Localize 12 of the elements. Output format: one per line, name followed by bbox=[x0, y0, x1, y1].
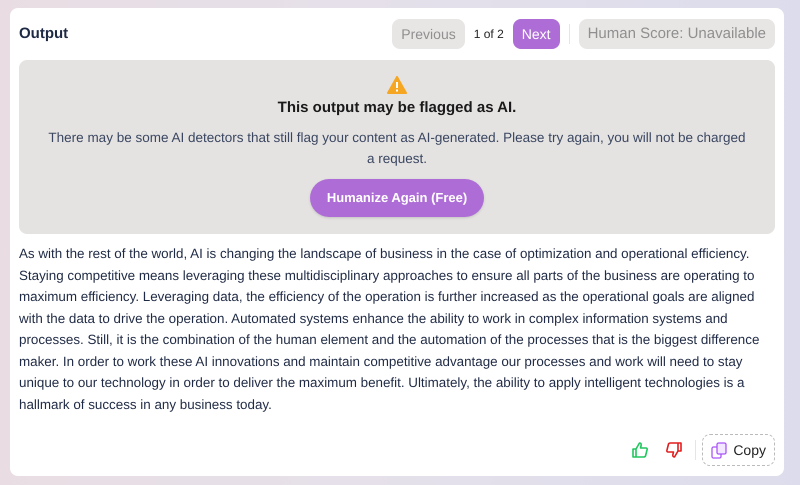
next-button[interactable]: Next bbox=[512, 19, 560, 49]
warning-message: There may be some AI detectors that still flag your content as AI-generated. Please try again, you will not be charged a request. bbox=[47, 128, 747, 168]
thumbs-up-icon[interactable] bbox=[631, 441, 650, 459]
warning-icon bbox=[387, 76, 407, 94]
output-paragraph: As with the rest of the world, AI is changing the landscape of business in the case of optimization and operational efficiency. Staying competitive means leveraging these multidisciplinary approaches to ensure all parts of the business are operating to maximum efficiency. Leveraging data, the efficiency of the operation is further increased as the operational goals are aligned with the data to drive the operation. Automated systems enhance the ability to work in complex information systems and processes. Still, it is the combination of the human element and the automation of the processes that is the biggest difference maker. In order to work these AI innovations and maintain competitive advantage our processes and work will need to stay unique to our technology in order to deliver the maximum benefit. Ultimately, the ability to apply intelligent technologies is a hallmark of success in any business today. bbox=[19, 245, 760, 414]
section-title: Output bbox=[19, 24, 68, 44]
copy-icon bbox=[711, 442, 728, 458]
humanize-again-button[interactable]: Humanize Again (Free) bbox=[310, 178, 484, 216]
thumbs-down-icon[interactable] bbox=[665, 441, 684, 459]
warning-heading: This output may be flagged as AI. bbox=[278, 98, 516, 118]
page-indicator: 1 of 2 bbox=[474, 26, 504, 43]
copy-button[interactable]: Copy bbox=[702, 434, 775, 466]
